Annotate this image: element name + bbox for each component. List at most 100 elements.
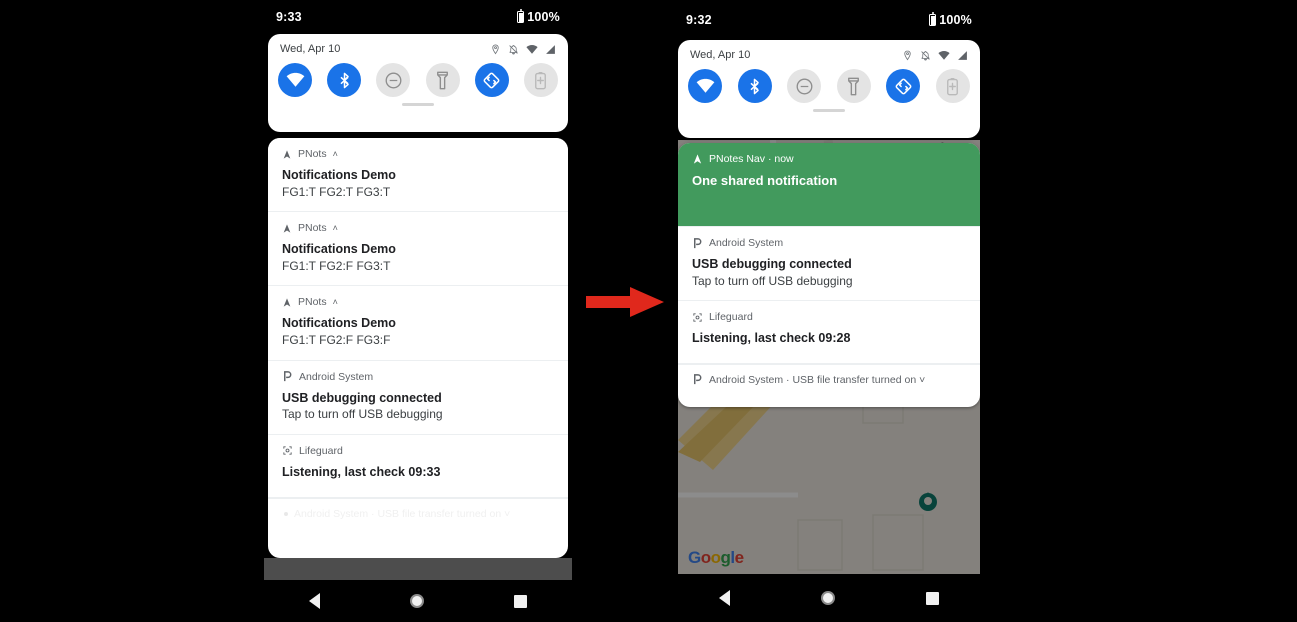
notification-item[interactable]: Android System USB debugging connected T… <box>678 227 980 302</box>
status-bar-left: 9:33 100% <box>264 0 572 34</box>
status-bar-right: 9:32 100% <box>674 0 984 40</box>
back-button[interactable] <box>309 593 320 609</box>
wifi-tile[interactable] <box>688 69 722 103</box>
status-bar-right-cluster: 100% <box>929 12 972 27</box>
navigation-bar-left <box>264 580 572 622</box>
quick-settings-panel-right[interactable]: Wed, Apr 10 <box>678 40 980 138</box>
wifi-tile[interactable] <box>278 63 312 97</box>
quick-settings-status-icons <box>902 50 968 61</box>
notification-app-name: PNots <box>298 148 327 160</box>
notification-title: Listening, last check 09:28 <box>692 331 851 346</box>
do-not-disturb-tile[interactable] <box>787 69 822 103</box>
notification-footer-collapsed[interactable]: Android System · USB file transfer turne… <box>678 363 980 395</box>
navigation-arrow-icon <box>283 224 291 233</box>
battery-full-icon <box>517 9 525 23</box>
notification-title: USB debugging connected <box>692 257 852 271</box>
notification-header: PNotes Nav · now <box>692 153 966 165</box>
battery-percent: 100% <box>939 13 972 27</box>
recents-button[interactable] <box>925 591 939 605</box>
bluetooth-tile[interactable] <box>737 69 772 103</box>
notification-item[interactable]: Lifeguard Listening, last check 09:33 <box>268 434 568 498</box>
signal-bars-icon <box>958 50 967 60</box>
quick-settings-date: Wed, Apr 10 <box>280 43 341 55</box>
notification-footer-text: Android System · USB file transfer turne… <box>294 507 511 520</box>
notification-app-name: Lifeguard <box>299 444 343 457</box>
notification-item[interactable]: PNots ˄ Notifications Demo FG1:T FG2:F F… <box>268 212 568 287</box>
quick-settings-status-icons <box>490 44 556 55</box>
lifeguard-icon <box>693 313 702 322</box>
notification-shade-left: PNots ˄ Notifications Demo FG1:T FG2:T F… <box>268 138 568 558</box>
notification-app-name: Android System <box>299 370 374 383</box>
notification-item[interactable]: Android System USB debugging connected T… <box>268 360 568 435</box>
auto-rotate-tile[interactable] <box>474 63 509 97</box>
home-button[interactable] <box>820 591 835 605</box>
notification-header: Lifeguard <box>282 445 554 457</box>
notification-app-name: Lifeguard <box>709 311 753 324</box>
quick-settings-tiles <box>678 63 980 107</box>
notification-title: Notifications Demo <box>282 316 396 331</box>
notification-app-name: PNotes Nav · now <box>709 153 794 165</box>
location-pin-icon <box>904 50 911 60</box>
notification-title: Notifications Demo <box>282 168 396 182</box>
notification-item[interactable]: PNots ˄ Notifications Demo FG1:T FG2:T F… <box>268 138 568 213</box>
notification-title: USB debugging connected <box>282 390 442 405</box>
recents-button[interactable] <box>514 594 527 608</box>
notification-body: Tap to turn off USB debugging <box>692 273 853 288</box>
notification-footer-collapsed[interactable]: Android System · USB file transfer turne… <box>268 497 568 529</box>
phone-screenshot-before: 9:33 100% Wed, Apr 10 PNots ˄ Notificati… <box>264 0 572 622</box>
notification-header: Android System <box>282 371 554 383</box>
notification-item-highlighted[interactable]: PNotes Nav · now One shared notification <box>678 143 980 227</box>
notification-header: Lifeguard <box>692 311 966 323</box>
flow-arrow-icon <box>586 287 664 317</box>
quick-settings-panel-left[interactable]: Wed, Apr 10 <box>268 34 568 132</box>
notification-item[interactable]: Lifeguard Listening, last check 09:28 <box>678 301 980 364</box>
quick-settings-tiles <box>268 57 568 101</box>
quick-settings-date: Wed, Apr 10 <box>690 49 751 61</box>
navigation-arrow-icon <box>283 298 291 307</box>
notification-header: PNots ˄ <box>282 296 554 308</box>
drag-handle[interactable] <box>402 103 434 106</box>
drag-handle[interactable] <box>813 109 845 112</box>
signal-bars-icon <box>546 44 555 54</box>
battery-saver-tile[interactable] <box>935 69 970 103</box>
chevron-up-icon[interactable]: ˄ <box>333 149 338 159</box>
status-bar-time: 9:32 <box>686 13 712 27</box>
do-not-disturb-tile[interactable] <box>376 63 411 97</box>
wifi-icon <box>938 50 950 60</box>
group-dot-icon <box>284 511 288 516</box>
notification-body: FG1:T FG2:F FG3:F <box>282 333 391 348</box>
status-bar-right-cluster: 100% <box>517 9 560 24</box>
quick-settings-header: Wed, Apr 10 <box>678 40 980 63</box>
lifeguard-icon <box>283 446 292 455</box>
notification-item[interactable]: PNots ˄ Notifications Demo FG1:T FG2:F F… <box>268 286 568 361</box>
notification-header: PNots ˄ <box>282 222 554 234</box>
notifications-muted-icon <box>921 50 930 60</box>
home-button[interactable] <box>410 594 424 608</box>
notification-app-name: Android System <box>709 237 784 249</box>
notification-header: PNots ˄ <box>282 148 554 160</box>
back-button[interactable] <box>719 590 731 606</box>
notification-footer-text: Android System · USB file transfer turne… <box>709 373 926 386</box>
battery-full-icon <box>929 12 937 26</box>
auto-rotate-tile[interactable] <box>886 69 921 103</box>
android-system-icon <box>284 371 292 382</box>
notification-app-name: PNots <box>298 222 327 235</box>
notification-title: Listening, last check 09:33 <box>282 464 441 479</box>
chevron-up-icon[interactable]: ˄ <box>333 223 338 233</box>
notifications-muted-icon <box>509 44 518 54</box>
notification-shade-right: PNotes Nav · now One shared notification… <box>678 143 980 407</box>
android-system-icon <box>694 374 702 385</box>
status-bar-time: 9:33 <box>276 10 302 24</box>
battery-saver-tile[interactable] <box>523 63 558 97</box>
flashlight-tile[interactable] <box>836 69 871 103</box>
battery-percent: 100% <box>527 10 560 24</box>
navigation-arrow-icon <box>283 149 291 159</box>
bluetooth-tile[interactable] <box>327 63 362 97</box>
navigation-bar-right <box>674 574 984 622</box>
comparison-figure: 9:33 100% Wed, Apr 10 PNots ˄ Notificati… <box>0 0 1297 622</box>
notification-title: Notifications Demo <box>282 242 396 257</box>
chevron-up-icon[interactable]: ˄ <box>333 297 338 307</box>
notification-header: Android System <box>692 237 966 249</box>
flashlight-tile[interactable] <box>425 63 460 97</box>
notification-body: Tap to turn off USB debugging <box>282 407 443 422</box>
